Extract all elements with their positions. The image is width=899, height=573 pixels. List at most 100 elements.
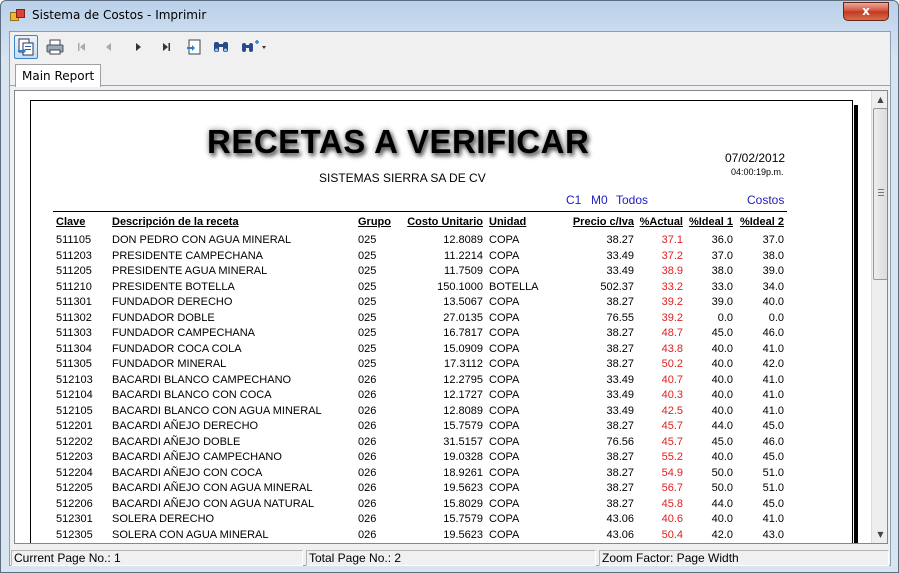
col-header-ideal2: %Ideal 2 bbox=[739, 216, 784, 228]
cell-actual: 33.2 bbox=[661, 280, 683, 293]
cell-actual: 45.8 bbox=[661, 497, 683, 510]
cell-actual: 54.9 bbox=[661, 466, 683, 479]
status-zoom-factor: Zoom Factor: Page Width bbox=[599, 550, 889, 566]
cell-ideal2: 51.0 bbox=[762, 466, 784, 479]
cell-ideal1: 40.0 bbox=[711, 389, 733, 401]
cell-ideal2: 42.0 bbox=[762, 358, 784, 370]
table-row: 512104 BACARDI BLANCO CON COCA 026 12.1727 C… bbox=[31, 389, 854, 404]
cell-costo: 12.8089 bbox=[443, 234, 483, 246]
cell-costo: 150.1000 bbox=[437, 280, 483, 293]
col-header-precio: Precio c/Iva bbox=[572, 216, 634, 228]
report-date: 07/02/2012 bbox=[725, 151, 786, 165]
cell-descripcion: SOLERA CON AGUA MINERAL bbox=[112, 528, 269, 541]
cell-ideal2: 38.0 bbox=[762, 249, 784, 262]
col-header-unidad: Unidad bbox=[489, 216, 527, 228]
find-text-button[interactable] bbox=[209, 35, 233, 59]
cell-costo: 19.5623 bbox=[443, 482, 483, 494]
cell-grupo: 026 bbox=[358, 389, 377, 401]
cell-precio: 38.27 bbox=[606, 358, 634, 370]
cell-precio: 43.06 bbox=[606, 528, 634, 541]
app-window: Sistema de Costos - Imprimir x Main Repo… bbox=[0, 0, 899, 573]
cell-clave: 511304 bbox=[56, 342, 92, 355]
cell-descripcion: BACARDI AÑEJO CON COCA bbox=[112, 466, 263, 479]
filter-c: C1 bbox=[566, 193, 582, 207]
cell-grupo: 025 bbox=[358, 280, 377, 293]
table-row: 511304 FUNDADOR COCA COLA 025 15.0909 COPA 38… bbox=[31, 343, 854, 358]
vertical-scrollbar[interactable]: ▲ ▼ bbox=[871, 91, 887, 543]
export-report-button[interactable] bbox=[14, 35, 38, 59]
title-bar[interactable]: Sistema de Costos - Imprimir x bbox=[1, 1, 898, 31]
last-page-button[interactable] bbox=[154, 35, 178, 59]
cell-descripcion: BACARDI AÑEJO CAMPECHANO bbox=[112, 451, 282, 463]
print-icon bbox=[46, 39, 64, 55]
cell-ideal2: 37.0 bbox=[762, 234, 784, 246]
cell-actual: 45.7 bbox=[661, 420, 683, 432]
cell-grupo: 026 bbox=[358, 420, 377, 432]
cell-costo: 18.9261 bbox=[443, 466, 483, 479]
cell-actual: 55.2 bbox=[661, 451, 683, 463]
cell-grupo: 025 bbox=[358, 234, 377, 246]
first-page-icon bbox=[77, 42, 87, 52]
report-viewer-panel: Main Report RECETAS A VERIFICAR SISTEMAS… bbox=[9, 31, 891, 566]
cell-clave: 512201 bbox=[56, 420, 93, 432]
cell-actual: 45.7 bbox=[661, 435, 683, 448]
scroll-down-arrow-icon[interactable]: ▼ bbox=[872, 526, 887, 543]
previous-page-button[interactable] bbox=[97, 35, 121, 59]
app-icon bbox=[10, 9, 26, 23]
find-text-icon bbox=[213, 40, 229, 54]
cell-grupo: 026 bbox=[358, 466, 377, 479]
zoom-icon bbox=[241, 40, 267, 54]
next-page-icon bbox=[133, 42, 143, 52]
cell-precio: 38.27 bbox=[606, 466, 634, 479]
cell-descripcion: BACARDI AÑEJO DERECHO bbox=[112, 420, 259, 432]
cell-actual: 48.7 bbox=[661, 327, 683, 339]
cell-actual: 40.3 bbox=[661, 389, 683, 401]
cell-clave: 511105 bbox=[56, 234, 92, 246]
cell-actual: 37.1 bbox=[661, 234, 683, 246]
cell-costo: 17.3112 bbox=[444, 358, 483, 370]
table-row: 511301 FUNDADOR DERECHO 025 13.5067 COPA 38.2… bbox=[31, 296, 854, 311]
cell-clave: 512204 bbox=[56, 466, 93, 479]
cell-descripcion: FUNDADOR DERECHO bbox=[112, 296, 233, 308]
next-page-button[interactable] bbox=[126, 35, 150, 59]
cell-precio: 38.27 bbox=[606, 234, 634, 246]
cell-unidad: COPA bbox=[489, 497, 520, 510]
cell-costo: 16.7817 bbox=[443, 327, 483, 339]
print-button[interactable] bbox=[43, 35, 67, 59]
cell-costo: 13.5067 bbox=[443, 296, 483, 308]
page-canvas: RECETAS A VERIFICAR SISTEMAS SIERRA SA D… bbox=[15, 91, 871, 543]
cell-precio: 38.27 bbox=[606, 482, 634, 494]
scroll-thumb[interactable] bbox=[873, 108, 887, 280]
close-button[interactable]: x bbox=[843, 2, 889, 21]
cell-unidad: COPA bbox=[489, 342, 520, 355]
tab-main-report[interactable]: Main Report bbox=[15, 64, 102, 87]
cell-precio: 38.27 bbox=[606, 451, 634, 463]
first-page-button[interactable] bbox=[70, 35, 94, 59]
cell-unidad: COPA bbox=[489, 373, 520, 386]
table-row: 511302 FUNDADOR DOBLE 025 27.0135 COPA 76.55 3… bbox=[31, 312, 854, 327]
col-header-clave: Clave bbox=[56, 216, 86, 228]
cell-ideal1: 40.0 bbox=[711, 342, 733, 355]
cell-unidad: COPA bbox=[489, 265, 520, 277]
table-row: 512206 BACARDI AÑEJO CON AGUA NATURAL 026 1… bbox=[31, 498, 854, 513]
cell-grupo: 025 bbox=[358, 327, 377, 339]
cell-unidad: COPA bbox=[489, 358, 520, 370]
table-row: 512202 BACARDI AÑEJO DOBLE 026 31.5157 COPA 7… bbox=[31, 436, 854, 451]
cell-ideal2: 41.0 bbox=[762, 373, 784, 386]
cell-clave: 511210 bbox=[56, 280, 92, 293]
cell-ideal1: 40.0 bbox=[711, 451, 733, 463]
status-current-page: Current Page No.: 1 bbox=[11, 550, 303, 566]
zoom-dropdown-button[interactable] bbox=[237, 35, 271, 59]
cell-unidad: COPA bbox=[489, 311, 520, 324]
goto-page-button[interactable] bbox=[182, 35, 206, 59]
cell-unidad: COPA bbox=[489, 513, 520, 525]
cell-costo: 11.7509 bbox=[444, 265, 483, 277]
scroll-up-arrow-icon[interactable]: ▲ bbox=[872, 91, 887, 108]
cell-costo: 11.2214 bbox=[444, 249, 483, 262]
report-time: 04:00:19p.m. bbox=[731, 167, 784, 177]
cell-unidad: COPA bbox=[489, 296, 520, 308]
cell-clave: 512206 bbox=[56, 497, 93, 510]
cell-actual: 56.7 bbox=[661, 482, 683, 494]
report-title: RECETAS A VERIFICAR bbox=[207, 123, 590, 160]
cell-descripcion: PRESIDENTE CAMPECHANA bbox=[112, 249, 263, 262]
